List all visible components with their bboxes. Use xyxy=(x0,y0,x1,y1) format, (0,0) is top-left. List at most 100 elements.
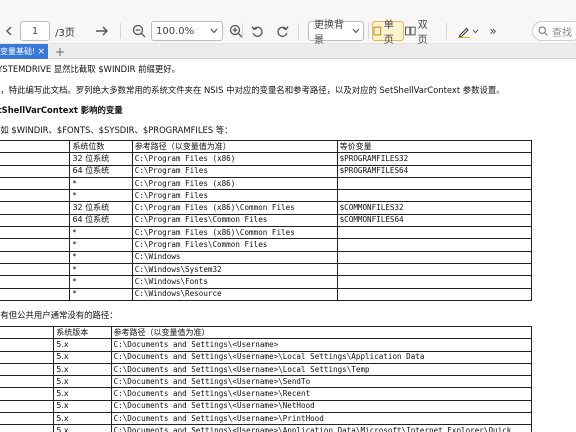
table-cell: C:\Program Files (x86) xyxy=(131,176,338,191)
table-cell: LES64 xyxy=(0,238,71,252)
table-cell: * xyxy=(69,275,133,289)
zoom-level-select[interactable]: 100.0% xyxy=(151,21,223,41)
zoom-out-button[interactable] xyxy=(130,21,148,41)
table-row: LES32*C:\Program Files (x86)\Common File… xyxy=(0,226,533,240)
table-header-cell: 参考路径（以变量值为准） xyxy=(110,325,533,340)
zoom-in-icon xyxy=(229,24,243,38)
table-cell: 5.x xyxy=(53,424,112,432)
previous-page-button[interactable] xyxy=(2,21,16,41)
new-tab-button[interactable]: + xyxy=(55,44,65,59)
table-cell: ILES xyxy=(0,201,71,215)
single-page-button[interactable]: 单页 xyxy=(372,20,404,46)
table-row: * C:\Windows\System32 xyxy=(0,262,533,277)
table-cell: C:\Windows\Fonts xyxy=(131,275,338,289)
rotate-right-icon xyxy=(276,25,289,37)
table-header-cell xyxy=(0,139,71,154)
table-cell: $PROGRAMFILES64 xyxy=(336,164,533,178)
table-cell: C:\Program Files (x86) xyxy=(131,152,338,166)
table-row: ILES32 位系统C:\Program Files (x86)$PROGRAM… xyxy=(0,152,533,166)
table-header-cell: 等价变量 xyxy=(336,139,533,154)
table-cell: C:\Program Files\Common Files xyxy=(131,213,338,228)
rotate-right-button[interactable] xyxy=(274,21,290,41)
paragraph-line: 量如 $WINDIR、$FONTS、$SYSDIR、$PROGRAMFILES … xyxy=(0,125,233,135)
document-tab[interactable]: 变量基础! × xyxy=(0,44,48,59)
double-page-label: 双页 xyxy=(417,20,428,46)
highlight-pen-button[interactable] xyxy=(455,21,481,41)
double-chevron-right-icon: » xyxy=(489,24,497,38)
page-total-label: /3页 xyxy=(55,27,75,39)
table-row: 5.x C:\Documents and Settings\<Username>\… xyxy=(0,362,533,377)
table-cell: 32 位系统 xyxy=(69,152,133,166)
document-tab-bar: 变量基础! × + xyxy=(0,44,576,59)
table-cell xyxy=(336,238,533,252)
table-cell: * xyxy=(69,287,133,301)
table-row: D5.xC:\Documents and Settings\<Username>… xyxy=(0,412,533,426)
single-page-label: 单页 xyxy=(383,20,394,46)
search-icon xyxy=(538,26,548,36)
table-row: * C:\Windows\Resource xyxy=(0,287,533,301)
table-cell: 5.x xyxy=(53,399,112,414)
table-cell: $COMMONFILES32 xyxy=(336,201,533,215)
table-cell xyxy=(0,164,71,178)
table-cell: C:\Windows\System32 xyxy=(131,262,338,277)
table-cell xyxy=(336,176,533,191)
toolbar-divider xyxy=(120,23,121,39)
table-header-cell: 系统位数 xyxy=(69,139,133,154)
table-cell: C:\Program Files (x86)\Common Files xyxy=(131,226,338,240)
table-cell: ILES xyxy=(0,152,71,166)
table-row: 5.x C:\Documents and Settings\<Username>\… xyxy=(0,375,533,389)
table-cell xyxy=(0,399,55,414)
table-cell: * xyxy=(69,238,133,252)
next-page-button[interactable] xyxy=(93,21,111,41)
table-row: * C:\Windows\Fonts xyxy=(0,275,533,289)
table-cell xyxy=(336,262,533,277)
table-row: ILES32*C:\Program Files (x86) xyxy=(0,176,533,191)
table-row: ILES64*C:\Program Files xyxy=(0,189,533,203)
table-row: 5.x C:\Documents and Settings\<Username> xyxy=(0,338,533,352)
table-cell: C:\Documents and Settings\<Username>\Rec… xyxy=(110,387,533,401)
close-icon[interactable]: × xyxy=(37,47,45,57)
table-header-cell: 参考路径（以变量值为准） xyxy=(131,139,338,154)
more-tools-button[interactable]: » xyxy=(486,21,500,41)
table-row: 5.x C:\Documents and Settings\<Username>\… xyxy=(0,399,533,414)
paragraph-line: 段，特此编写此文档。罗列绝大多数常用的系统文件夹在 NSIS 中对应的变量名和参… xyxy=(0,85,505,95)
search-placeholder: 查找 xyxy=(552,27,572,39)
table-cell xyxy=(336,189,533,203)
table-cell: C:\Documents and Settings\<Username>\Pri… xyxy=(110,412,533,426)
table-cell: ILES32 xyxy=(0,176,71,191)
search-field[interactable]: 查找 xyxy=(532,21,576,41)
table-cell: C:\Documents and Settings\<Username>\App… xyxy=(110,424,533,432)
table-cell: 5.x xyxy=(53,375,112,389)
table-cell: 5.x xyxy=(53,350,112,364)
table-cell: * xyxy=(69,176,133,191)
table-cell: DATA xyxy=(0,350,55,364)
table-row: DATA5.xC:\Documents and Settings\<Userna… xyxy=(0,350,533,364)
toolbar-divider xyxy=(298,23,299,39)
table-cell: C:\Program Files\Common Files xyxy=(131,238,338,252)
table-cell: C:\Windows\Resource xyxy=(131,287,338,301)
table-cell xyxy=(336,287,533,301)
table-row: 64 位系统 C:\Program Files $PROGRAMFILES64 xyxy=(0,164,533,178)
table-cell xyxy=(0,375,55,389)
table-row: NCH5.xC:\Documents and Settings\<Usernam… xyxy=(0,424,533,432)
table-cell: * xyxy=(69,226,133,240)
table-cell: * xyxy=(69,262,133,277)
double-page-button[interactable]: 双页 xyxy=(405,20,437,46)
table-cell xyxy=(336,250,533,264)
rotate-left-button[interactable] xyxy=(249,21,265,41)
table-cell xyxy=(0,387,55,401)
toolbar-divider xyxy=(242,23,243,39)
table-cell xyxy=(0,250,71,264)
table-cell: 5.x xyxy=(53,412,112,426)
table-cell xyxy=(0,287,71,301)
table-cell: LES32 xyxy=(0,226,71,240)
page-number-input[interactable]: 1 xyxy=(20,21,50,41)
table-cell: $COMMONFILES64 xyxy=(336,213,533,228)
table-cell xyxy=(336,275,533,289)
table-cell: C:\Documents and Settings\<Username>\Loc… xyxy=(110,350,533,364)
table-cell: 5.x xyxy=(53,387,112,401)
document-tab-label: 变量基础! xyxy=(0,47,36,56)
table-cell: C:\Windows xyxy=(131,250,338,264)
change-background-select[interactable]: 更换背景 xyxy=(308,20,364,46)
table-cell: * xyxy=(69,189,133,203)
